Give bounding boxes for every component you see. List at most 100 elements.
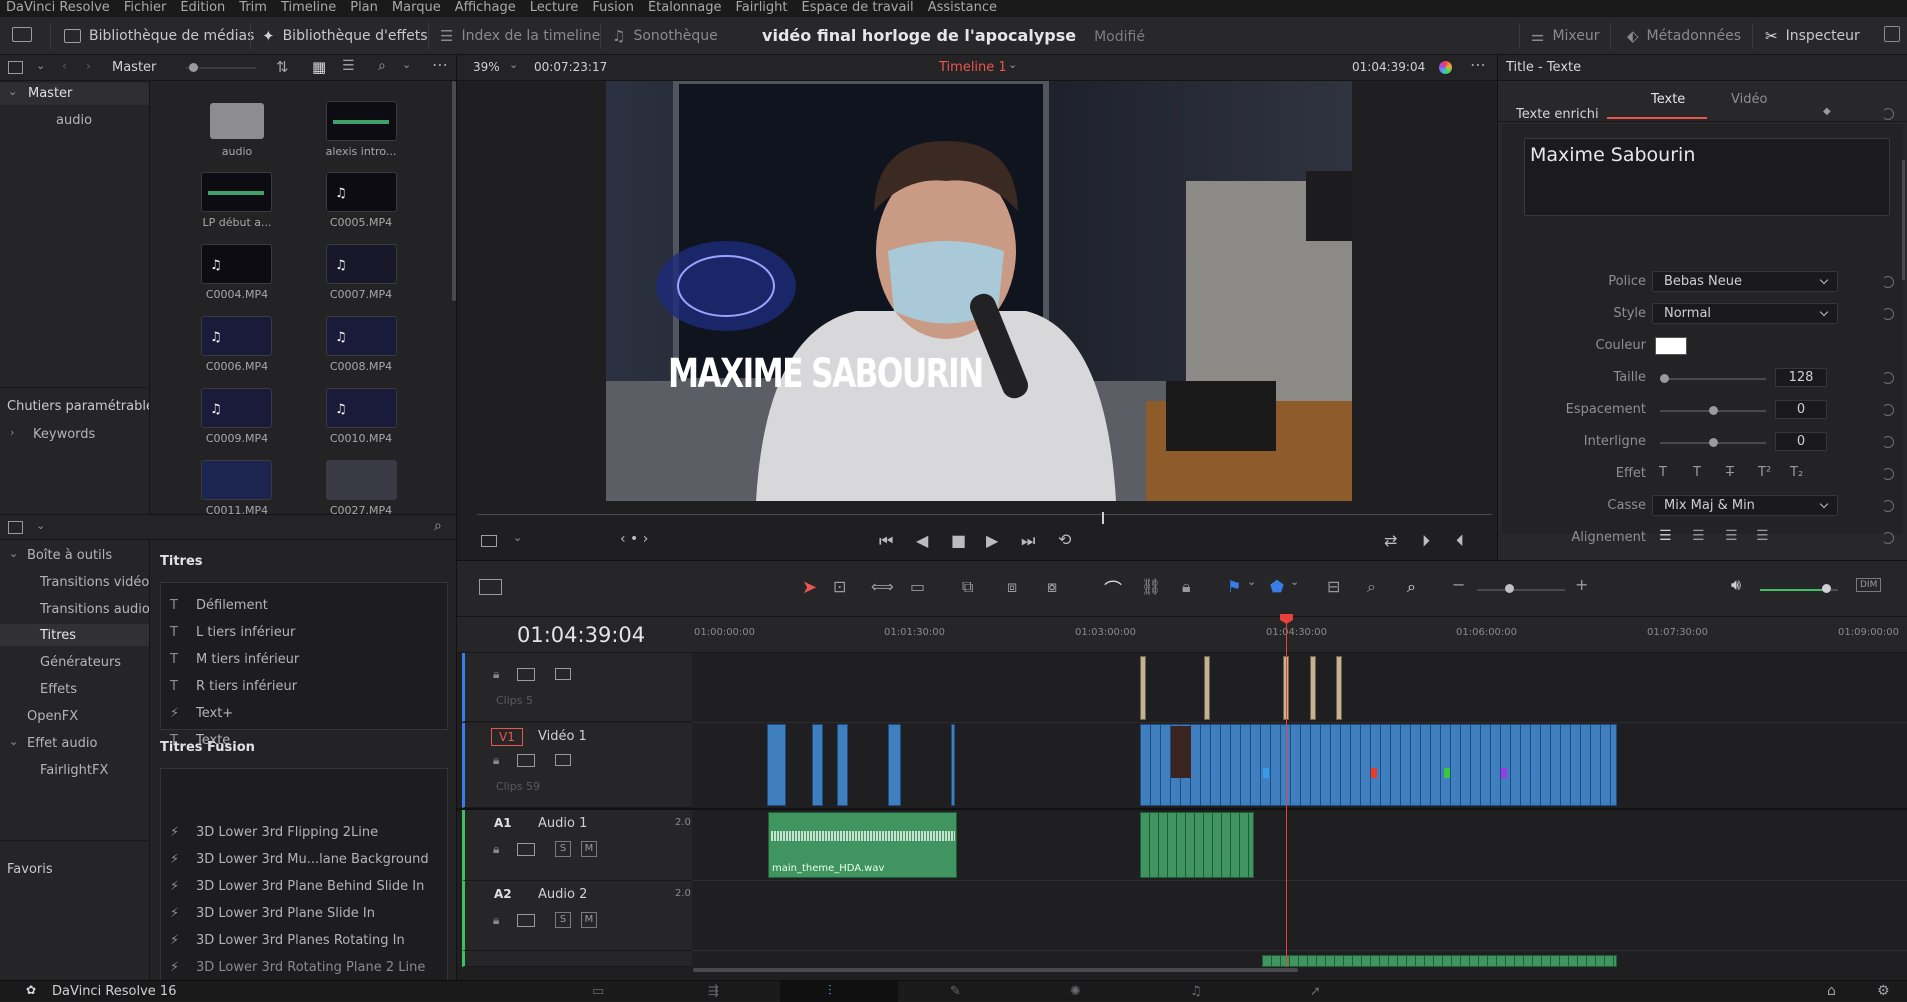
menu-trim[interactable]: Trim [239,0,267,17]
flag-icon[interactable]: ⚑ [1227,577,1241,596]
page-color-icon[interactable]: ✺ [1070,984,1081,999]
case-dropdown[interactable]: Mix Maj & Min [1652,495,1838,516]
menu-edit[interactable]: Édition [180,0,225,17]
chevron-down-icon[interactable]: ⌄ [402,58,411,71]
style-dropdown[interactable]: Normal [1652,303,1838,324]
audio-transitions-item[interactable]: Transitions audio [40,602,150,617]
zoom-out-icon[interactable]: − [1452,575,1465,594]
chevron-right-icon[interactable]: › [10,426,14,439]
mute-button[interactable]: M [581,841,597,857]
track-id[interactable]: A1 [494,816,512,830]
clip-thumbnail[interactable]: ♫ [201,316,272,356]
position-lock-icon[interactable]: 🔒︎ [1182,577,1191,597]
title-item[interactable]: ⚡ Text+ [170,706,233,721]
reset-icon[interactable] [1882,436,1894,448]
clip-thumbnail[interactable]: ♫ [326,388,397,428]
chevron-down-icon[interactable]: ⌄ [9,735,18,748]
clip-thumbnail[interactable] [326,101,397,141]
tracking-input[interactable]: 0 [1775,400,1827,419]
custom-zoom-icon[interactable]: ⌕ [1407,577,1416,597]
title-clip[interactable] [1140,656,1146,720]
size-slider[interactable] [1660,378,1766,380]
menu-fairlight[interactable]: Fairlight [735,0,787,17]
align-right-icon[interactable]: ☰ [1725,528,1738,544]
fairlightfx-item[interactable]: FairlightFX [40,763,108,778]
track-header-a3[interactable] [462,951,692,967]
full-extent-zoom-icon[interactable]: ⊟ [1327,577,1340,596]
menu-workspace[interactable]: Espace de travail [802,0,914,17]
clip-marker-icon[interactable] [1371,768,1377,778]
prev-edit-icon[interactable]: ⏴ [1456,531,1464,551]
zoom-in-icon[interactable]: + [1575,575,1588,594]
video-clip[interactable] [888,724,901,806]
page-media-icon[interactable]: ▭ [592,984,604,999]
zoom-level[interactable]: 39% [473,60,500,74]
video-clip[interactable] [1171,726,1191,778]
track-id[interactable]: A2 [494,887,512,901]
chevron-down-icon[interactable]: ⌄ [36,59,45,72]
zoom-slider[interactable] [1477,589,1565,591]
track-name[interactable]: Audio 1 [538,816,587,831]
align-center-icon[interactable]: ☰ [1692,528,1705,544]
clip-marker-icon[interactable] [1263,768,1269,778]
disable-track-icon[interactable] [555,668,571,680]
home-icon[interactable]: ⌂ [1827,983,1836,999]
zoom-slider-knob[interactable] [1505,584,1514,593]
auto-select-icon[interactable] [517,668,535,681]
selection-tool-icon[interactable]: ➤ [802,577,817,598]
clip-thumbnail[interactable]: ♫ [326,172,397,212]
toolbox-item[interactable]: Boîte à outils [27,548,112,563]
lock-icon[interactable]: 🔒︎ [493,913,499,928]
fusion-title-item[interactable]: ⚡ 3D Lower 3rd Plane Behind Slide In [170,879,424,894]
fusion-title-item[interactable]: ⚡ 3D Lower 3rd Mu...lane Background [170,852,429,867]
lock-icon[interactable]: 🔒︎ [493,667,499,682]
jump-start-icon[interactable]: ⏮ [879,531,893,551]
blade-tool-icon[interactable]: ▭ [910,577,925,596]
solo-button[interactable]: S [555,912,571,928]
auto-select-icon[interactable] [517,754,535,767]
video-transitions-item[interactable]: Transitions vidéo [40,575,149,590]
audio-fx-item[interactable]: Effet audio [27,736,97,751]
line-spacing-slider-knob[interactable] [1709,438,1718,447]
chevron-down-icon[interactable]: ⌄ [9,547,18,560]
panel-toggle-icon[interactable] [8,61,23,74]
sort-icon[interactable]: ⇅ [276,58,289,76]
line-spacing-input[interactable]: 0 [1775,432,1827,451]
size-slider-knob[interactable] [1660,374,1669,383]
video-clip[interactable] [812,724,823,806]
menu-file[interactable]: Fichier [124,0,167,17]
track-header-a2[interactable]: A2 Audio 2 2.0 🔒︎ S M [462,881,692,951]
clip-marker-icon[interactable] [1501,768,1507,778]
chevron-down-icon[interactable]: ⌄ [1247,575,1256,588]
audio-clip[interactable]: main_theme_HDA.wav [768,812,957,878]
title-item[interactable]: T Texte [170,733,230,748]
superscript-icon[interactable]: T² [1758,465,1771,480]
clip-nav-icon[interactable]: ‹ • › [620,531,648,547]
trim-tool-icon[interactable]: ⊡ [833,577,846,596]
jump-end-icon[interactable]: ⏭ [1021,531,1035,551]
scrollbar[interactable] [1902,160,1905,280]
detail-zoom-icon[interactable]: ⌕ [1367,577,1376,597]
clip-thumbnail[interactable] [201,460,272,500]
font-dropdown[interactable]: Bebas Neue [1652,271,1838,292]
page-fairlight-icon[interactable]: ♫ [1190,984,1202,999]
disable-track-icon[interactable] [555,754,571,766]
align-left-icon[interactable]: ☰ [1659,528,1672,544]
title-clip[interactable] [1204,656,1210,720]
scrubber-track[interactable] [477,514,1492,515]
reset-icon[interactable] [1882,108,1894,120]
marker-icon[interactable]: ⬟ [1270,577,1284,596]
video-clip[interactable] [767,724,786,806]
horizontal-scrollbar[interactable] [693,968,1298,972]
size-input[interactable]: 128 [1775,368,1827,387]
fusion-title-item[interactable]: ⚡ 3D Lower 3rd Flipping 2Line [170,825,378,840]
forward-arrow-icon[interactable]: › [86,59,91,73]
timeline-name[interactable]: Timeline 1 [939,60,1007,75]
list-view-icon[interactable]: ☰ [342,58,355,74]
match-frame-icon[interactable]: ⇄ [1384,531,1397,550]
overline-icon[interactable]: T [1693,465,1701,480]
timeline-view-options-icon[interactable] [479,579,502,595]
fusion-title-item[interactable]: ⚡ 3D Lower 3rd Rotating Plane 2 Line [170,960,425,975]
menu-davinci[interactable]: DaVinci Resolve [6,0,110,17]
linked-selection-icon[interactable]: ⛓ [1141,577,1161,596]
